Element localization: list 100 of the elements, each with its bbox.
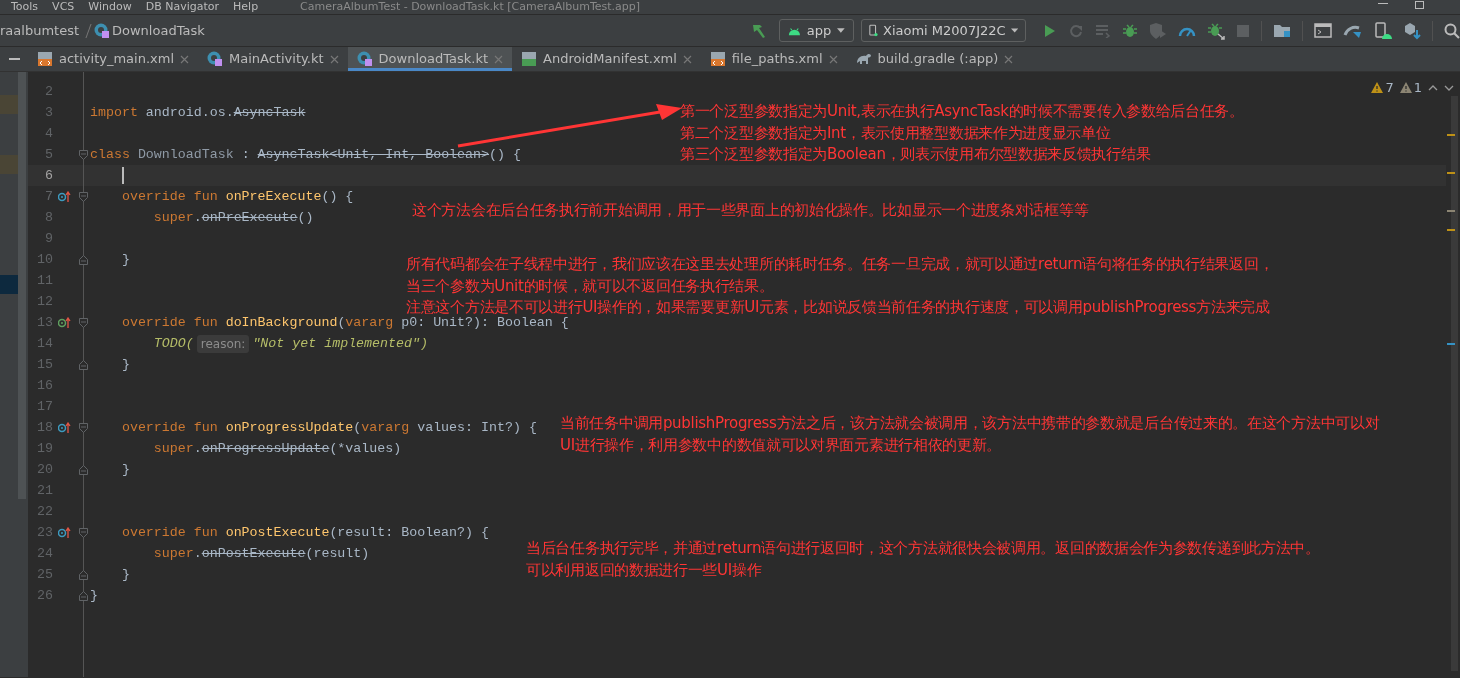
close-icon[interactable] (682, 54, 692, 64)
close-icon[interactable] (1004, 54, 1014, 64)
breadcrumb-item[interactable]: DownloadTask (112, 20, 205, 41)
line-number: 26 (36, 586, 53, 605)
line-number: 25 (36, 565, 53, 584)
code-text: p0: Unit?): Boolean { (401, 314, 569, 332)
scrollbar-track[interactable] (1451, 96, 1458, 671)
attach-debugger-icon[interactable] (1207, 21, 1225, 40)
close-icon[interactable] (329, 54, 339, 64)
device-dropdown[interactable]: Xiaomi M2007J22C (861, 19, 1026, 42)
editor-tab[interactable]: AndroidManifest.xml (512, 47, 701, 71)
device-manager-icon[interactable] (1374, 21, 1392, 40)
fold-marker-icon[interactable] (79, 150, 88, 160)
run-icon[interactable] (1043, 22, 1057, 39)
editor-tab[interactable]: DownloadTask.kt (347, 47, 512, 71)
fold-marker-icon[interactable] (79, 570, 88, 580)
folder-icon[interactable] (1273, 23, 1291, 38)
line-number: 16 (36, 376, 53, 395)
code-text: } (120, 460, 130, 479)
editor-tab[interactable]: build.gradle (:app) (846, 47, 1023, 71)
annotation-text: 所有代码都会在子线程中进行，我们应该在这里去处理所的耗时任务。任务一旦完成，就可以通过return语句将任务的执行结果返回， (406, 254, 1274, 275)
line-number: 12 (36, 292, 53, 311)
close-icon[interactable] (494, 54, 503, 64)
line-number: 15 (36, 355, 53, 374)
deprecated-name: onProgressUpdate (201, 439, 330, 458)
line-number: 20 (36, 460, 53, 479)
line-number: 8 (44, 208, 53, 227)
code-text: } (120, 565, 130, 584)
weak-warning-icon[interactable] (1399, 82, 1412, 94)
menu-item[interactable]: DB Navigator (145, 0, 220, 14)
debug-icon[interactable] (1122, 22, 1138, 39)
code-keyword: super (152, 544, 194, 563)
fold-marker-icon[interactable] (79, 192, 88, 202)
code-text: : (240, 145, 251, 164)
code-keyword: vararg (345, 313, 395, 332)
profile-icon[interactable] (1149, 22, 1167, 39)
fold-marker-icon[interactable] (79, 318, 88, 328)
menu-item[interactable]: Window (88, 0, 132, 14)
previous-icon[interactable] (1428, 84, 1438, 91)
fold-marker-icon[interactable] (79, 465, 88, 475)
restore-icon[interactable] (1415, 1, 1424, 9)
text-cursor (122, 167, 124, 184)
terminal-icon[interactable] (1314, 23, 1332, 38)
fold-marker-icon[interactable] (79, 528, 88, 538)
fold-marker-icon[interactable] (79, 360, 88, 370)
line-number: 7 (44, 187, 53, 206)
apply-changes-icon[interactable] (1095, 23, 1111, 38)
file-icon (709, 51, 726, 67)
fold-marker-icon[interactable] (79, 423, 88, 433)
warning-icon[interactable] (1371, 82, 1384, 94)
android-icon (788, 25, 801, 36)
window-title: CameraAlbumTest - DownloadTask.kt [CameraAlbumTest.app] (300, 0, 641, 14)
overrides-icon[interactable] (58, 527, 71, 538)
editor-tab[interactable]: file_paths.xml (700, 47, 847, 71)
menu-item[interactable]: Help (233, 0, 259, 14)
line-number: 5 (44, 145, 53, 164)
function-name: onPostExecute (225, 523, 330, 542)
search-icon[interactable] (1444, 22, 1460, 39)
code-keyword: vararg (361, 418, 411, 437)
line-number: 4 (44, 124, 53, 143)
annotation-text: 第三个泛型参数指定为Boolean，则表示使用布尔型数据来反馈执行结果 (680, 144, 1152, 165)
stop-icon[interactable] (1236, 23, 1250, 38)
caret-icon (837, 28, 845, 33)
class-name: DownloadTask (137, 145, 234, 164)
code-text: } (120, 355, 130, 374)
code-keyword: override fun (120, 313, 219, 332)
line-number: 11 (36, 271, 53, 290)
sdk-manager-icon[interactable] (1403, 21, 1421, 40)
line-number: 10 (36, 250, 53, 269)
code-text: (result: Boolean?) { (329, 523, 489, 542)
editor-tab[interactable]: activity_main.xml (28, 47, 198, 71)
menu-item[interactable]: Tools (11, 0, 39, 14)
line-number: 3 (44, 103, 53, 122)
deprecated-name: AsyncTask (233, 103, 306, 122)
weak-warning-count[interactable]: 1 (1413, 78, 1422, 98)
run-configuration-dropdown[interactable]: app (779, 19, 854, 42)
implements-icon[interactable] (58, 317, 71, 328)
editor-tab[interactable]: MainActivity.kt (198, 47, 348, 71)
fold-marker-icon[interactable] (79, 591, 88, 601)
rerun-icon[interactable] (1068, 22, 1084, 39)
scrollbar[interactable] (18, 72, 26, 499)
annotation-text: UI进行操作，利用参数中的数值就可以对界面元素进行相依的更新。 (560, 434, 1003, 456)
line-number: 19 (36, 439, 53, 458)
close-icon[interactable] (180, 54, 189, 64)
menu-item[interactable]: VCS (52, 0, 75, 14)
next-icon[interactable] (1444, 84, 1454, 91)
file-icon (855, 51, 872, 67)
deprecated-name: onPostExecute (201, 544, 306, 563)
line-number: 13 (36, 313, 53, 332)
close-icon[interactable] (828, 54, 838, 64)
warning-count[interactable]: 7 (1385, 78, 1394, 98)
overrides-icon[interactable] (58, 191, 71, 202)
fold-marker-icon[interactable] (79, 255, 88, 265)
line-number: 9 (44, 229, 53, 248)
overrides-icon[interactable] (58, 422, 71, 433)
code-keyword: class (90, 145, 131, 164)
deprecated-name: onPreExecute (201, 208, 298, 227)
breadcrumb-item[interactable]: raalbumtest (0, 20, 79, 41)
file-icon (37, 51, 53, 67)
code-text: . (193, 544, 202, 563)
